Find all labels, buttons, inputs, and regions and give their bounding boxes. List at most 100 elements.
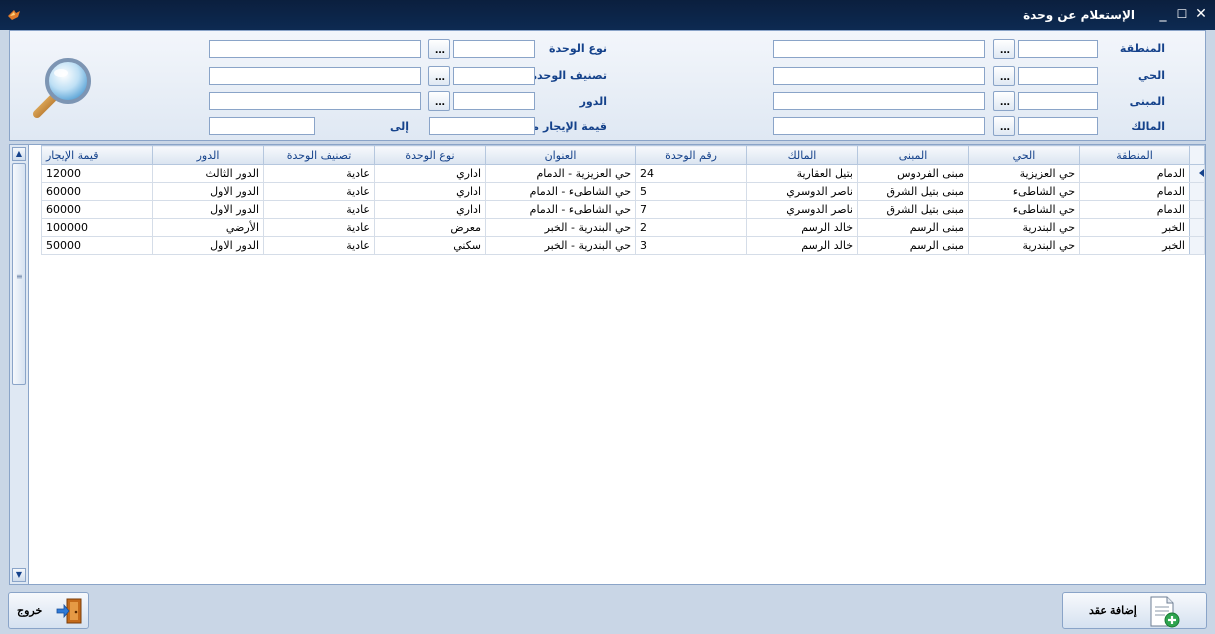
floor-name-input[interactable]: [209, 92, 421, 110]
unit-class-name-input[interactable]: [209, 67, 421, 85]
exit-button[interactable]: خروج: [8, 592, 89, 629]
unit-class-code-input[interactable]: [453, 67, 535, 85]
floor-code-input[interactable]: [453, 92, 535, 110]
table-cell[interactable]: 24: [635, 164, 747, 183]
table-cell[interactable]: مبنى بتيل الشرق: [857, 200, 969, 219]
table-cell[interactable]: 2: [635, 218, 747, 237]
table-cell[interactable]: الدور الثالث: [152, 164, 264, 183]
table-cell[interactable]: 7: [635, 200, 747, 219]
table-cell[interactable]: مبنى الفردوس: [857, 164, 969, 183]
row-selector[interactable]: [1189, 200, 1205, 219]
column-header[interactable]: المبنى: [857, 145, 969, 165]
table-cell[interactable]: اداري: [374, 182, 486, 201]
table-row[interactable]: الدمام حي العزيزية مبنى الفردوس بتيل الع…: [41, 164, 1205, 183]
table-cell[interactable]: بتيل العقارية: [746, 164, 858, 183]
table-cell[interactable]: حي البندرية - الخبر: [485, 236, 636, 255]
table-cell[interactable]: الدمام: [1079, 164, 1190, 183]
table-cell[interactable]: 60000: [41, 182, 153, 201]
table-cell[interactable]: حي العزيزية: [968, 164, 1080, 183]
row-selector[interactable]: [1189, 164, 1205, 183]
table-cell[interactable]: خالد الرسم: [746, 236, 858, 255]
unit-type-code-input[interactable]: [453, 40, 535, 58]
table-cell[interactable]: الدمام: [1079, 182, 1190, 201]
table-cell[interactable]: 60000: [41, 200, 153, 219]
table-cell[interactable]: عادية: [263, 236, 375, 255]
rent-from-input[interactable]: [429, 117, 535, 135]
table-cell[interactable]: 12000: [41, 164, 153, 183]
scrollbar-thumb[interactable]: ≡: [12, 163, 26, 385]
minimize-icon[interactable]: _: [1154, 5, 1172, 23]
table-cell[interactable]: 50000: [41, 236, 153, 255]
unit-type-name-input[interactable]: [209, 40, 421, 58]
floor-lookup-button[interactable]: ...: [428, 91, 450, 111]
column-header[interactable]: تصنيف الوحدة: [263, 145, 375, 165]
unit-type-lookup-button[interactable]: ...: [428, 39, 450, 59]
column-header[interactable]: العنوان: [485, 145, 636, 165]
table-cell[interactable]: معرض: [374, 218, 486, 237]
table-cell[interactable]: 5: [635, 182, 747, 201]
table-cell[interactable]: عادية: [263, 164, 375, 183]
building-code-input[interactable]: [1018, 92, 1098, 110]
table-cell[interactable]: الخبر: [1079, 236, 1190, 255]
table-row[interactable]: الدمام حي الشاطىء مبنى بتيل الشرق ناصر ا…: [41, 200, 1205, 219]
table-cell[interactable]: الدور الاول: [152, 236, 264, 255]
table-cell[interactable]: 100000: [41, 218, 153, 237]
vertical-scrollbar[interactable]: ▲ ≡ ▼: [10, 145, 29, 584]
table-cell[interactable]: عادية: [263, 218, 375, 237]
table-cell[interactable]: الدور الاول: [152, 182, 264, 201]
table-cell[interactable]: حي العزيزية - الدمام: [485, 164, 636, 183]
district-name-input[interactable]: [773, 67, 985, 85]
table-cell[interactable]: عادية: [263, 182, 375, 201]
district-code-input[interactable]: [1018, 67, 1098, 85]
building-name-input[interactable]: [773, 92, 985, 110]
row-selector[interactable]: [1189, 182, 1205, 201]
table-cell[interactable]: مبنى بتيل الشرق: [857, 182, 969, 201]
table-row[interactable]: الخبر حي البندرية مبنى الرسم خالد الرسم …: [41, 218, 1205, 237]
add-contract-button[interactable]: إضافة عقد: [1062, 592, 1207, 629]
scroll-down-icon[interactable]: ▼: [12, 568, 26, 582]
table-cell[interactable]: الدمام: [1079, 200, 1190, 219]
table-cell[interactable]: حي الشاطىء: [968, 182, 1080, 201]
table-cell[interactable]: اداري: [374, 164, 486, 183]
close-icon[interactable]: ✕: [1192, 5, 1210, 23]
table-cell[interactable]: اداري: [374, 200, 486, 219]
maximize-icon[interactable]: ☐: [1173, 5, 1191, 23]
table-cell[interactable]: ناصر الدوسري: [746, 182, 858, 201]
owner-name-input[interactable]: [773, 117, 985, 135]
table-cell[interactable]: حي الشاطىء - الدمام: [485, 182, 636, 201]
column-header[interactable]: المنطقة: [1079, 145, 1190, 165]
column-header[interactable]: المالك: [746, 145, 858, 165]
table-cell[interactable]: حي الشاطىء: [968, 200, 1080, 219]
table-cell[interactable]: الخبر: [1079, 218, 1190, 237]
owner-lookup-button[interactable]: ...: [993, 116, 1015, 136]
search-icon[interactable]: [32, 55, 94, 119]
table-cell[interactable]: 3: [635, 236, 747, 255]
region-code-input[interactable]: [1018, 40, 1098, 58]
table-cell[interactable]: حي البندرية: [968, 218, 1080, 237]
owner-code-input[interactable]: [1018, 117, 1098, 135]
row-selector[interactable]: [1189, 236, 1205, 255]
column-header[interactable]: نوع الوحدة: [374, 145, 486, 165]
table-cell[interactable]: مبنى الرسم: [857, 218, 969, 237]
table-row[interactable]: الخبر حي البندرية مبنى الرسم خالد الرسم …: [41, 236, 1205, 255]
region-lookup-button[interactable]: ...: [993, 39, 1015, 59]
unit-class-lookup-button[interactable]: ...: [428, 66, 450, 86]
row-selector[interactable]: [1189, 218, 1205, 237]
column-header[interactable]: الحي: [968, 145, 1080, 165]
column-header[interactable]: قيمة الإيجار: [41, 145, 153, 165]
table-cell[interactable]: عادية: [263, 200, 375, 219]
building-lookup-button[interactable]: ...: [993, 91, 1015, 111]
table-cell[interactable]: الأرضي: [152, 218, 264, 237]
table-cell[interactable]: حي البندرية: [968, 236, 1080, 255]
column-header[interactable]: الدور: [152, 145, 264, 165]
table-cell[interactable]: ناصر الدوسري: [746, 200, 858, 219]
table-cell[interactable]: حي البندرية - الخبر: [485, 218, 636, 237]
table-cell[interactable]: مبنى الرسم: [857, 236, 969, 255]
table-cell[interactable]: الدور الاول: [152, 200, 264, 219]
table-cell[interactable]: حي الشاطىء - الدمام: [485, 200, 636, 219]
district-lookup-button[interactable]: ...: [993, 66, 1015, 86]
table-row[interactable]: الدمام حي الشاطىء مبنى بتيل الشرق ناصر ا…: [41, 182, 1205, 201]
table-cell[interactable]: سكني: [374, 236, 486, 255]
table-cell[interactable]: خالد الرسم: [746, 218, 858, 237]
rent-to-input[interactable]: [209, 117, 315, 135]
